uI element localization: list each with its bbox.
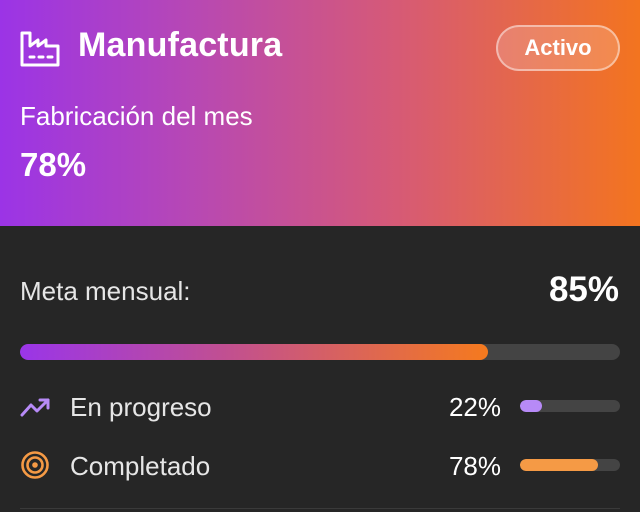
- row-progress-bar: [520, 459, 620, 471]
- row-value: 78%: [448, 451, 501, 481]
- card-title: Manufactura: [78, 26, 283, 64]
- goal-value: 85%: [548, 270, 619, 309]
- card-subtitle: Fabricación del mes: [20, 101, 253, 131]
- card-header: Manufactura Activo Fabricación del mes 7…: [0, 0, 640, 226]
- row-label: Completado: [70, 451, 211, 481]
- monthly-percent: 78%: [20, 146, 87, 183]
- row-progress-bar: [520, 400, 620, 412]
- row-progress-fill: [520, 400, 542, 412]
- trending-up-icon: [20, 398, 50, 417]
- row-value: 22%: [448, 392, 501, 422]
- row-label: En progreso: [70, 392, 212, 422]
- manufacturing-card: Manufactura Activo Fabricación del mes 7…: [0, 0, 640, 512]
- row-completed: Completado 78%: [0, 445, 640, 485]
- factory-icon: [20, 31, 60, 67]
- row-progress-fill: [520, 459, 598, 471]
- row-in-progress: En progreso 22%: [0, 386, 640, 426]
- goal-progress-fill: [20, 344, 488, 360]
- goal-label: Meta mensual:: [20, 276, 191, 306]
- target-icon: [21, 451, 49, 479]
- divider: [20, 508, 620, 509]
- status-badge[interactable]: Activo: [496, 25, 620, 71]
- goal-progress-bar: [20, 344, 620, 360]
